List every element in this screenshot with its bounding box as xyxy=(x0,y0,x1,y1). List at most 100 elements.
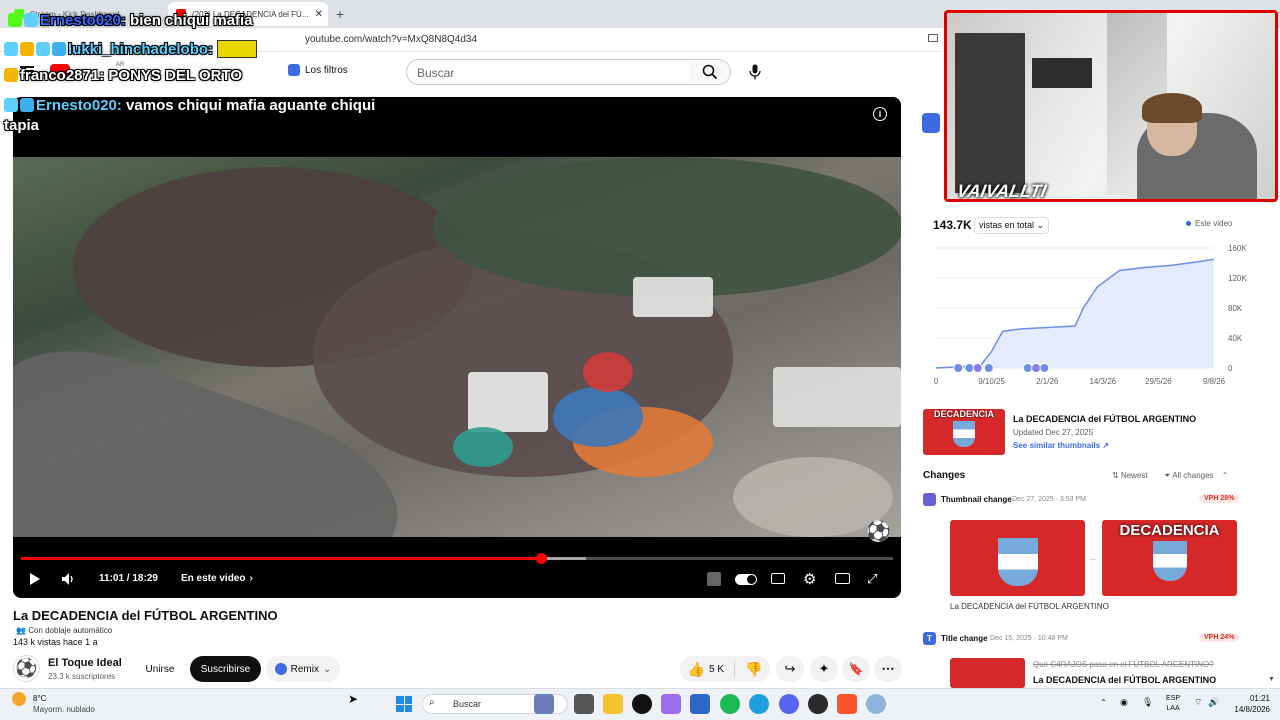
play-button[interactable] xyxy=(29,572,41,586)
brave-icon[interactable] xyxy=(837,694,857,714)
old-thumbnail[interactable] xyxy=(950,520,1085,596)
chat-badge-icon xyxy=(4,98,18,112)
banner xyxy=(773,367,901,427)
thumbnail-change-icon xyxy=(923,493,936,506)
language-indicator[interactable]: ESP LAA xyxy=(1166,694,1180,714)
filters-button[interactable]: Los filtros xyxy=(288,64,348,76)
title-change-thumbnail xyxy=(950,658,1025,688)
y-tick-label: 80K xyxy=(1228,304,1243,313)
video-frame[interactable] xyxy=(13,157,901,537)
changes-heading: Changes xyxy=(923,470,966,481)
arrow-right-icon: → xyxy=(1088,553,1097,563)
obs-icon[interactable] xyxy=(808,694,828,714)
thumbnail-updated: Updated Dec 27, 2025 xyxy=(1013,428,1094,437)
autoplay-toggle[interactable] xyxy=(735,574,757,585)
copilot-icon[interactable] xyxy=(661,694,681,714)
dubbing-label: 👥 Con doblaje automático xyxy=(16,626,113,635)
app-icon[interactable] xyxy=(866,694,886,714)
settings-gear-icon[interactable]: ⚙ xyxy=(803,570,816,588)
microphone-icon[interactable]: 🎙 xyxy=(1142,697,1153,708)
current-thumbnail[interactable]: DECADENCIA xyxy=(923,409,1005,455)
task-view-icon[interactable] xyxy=(574,694,594,714)
streamer-logo: VAIVALLTI xyxy=(955,181,1048,201)
legend-dot xyxy=(1186,221,1191,226)
analytics-extension-icon[interactable] xyxy=(922,113,940,133)
chevron-up-icon[interactable]: ⌃ xyxy=(1100,698,1107,707)
share-icon[interactable]: ↪ xyxy=(776,656,804,682)
remix-button[interactable]: Remix ⌄ xyxy=(266,656,340,682)
ask-ai-icon[interactable]: ✦ xyxy=(810,656,838,682)
chat-message: Ernesto020: bien chiqui mafia xyxy=(8,12,253,29)
volume-icon[interactable]: 🔊 xyxy=(1208,697,1219,708)
url-text[interactable]: youtube.com/watch?v=MxQ8N8Q4d34 xyxy=(305,34,477,45)
chat-message: franco2871: PONYS DEL ORTO xyxy=(4,67,242,84)
y-tick-label: 120K xyxy=(1228,274,1247,283)
sort-newest-button[interactable]: ⇅ Newest xyxy=(1112,471,1148,480)
extension-icon[interactable] xyxy=(707,572,721,586)
store-icon[interactable] xyxy=(690,694,710,714)
old-title: Qué C4RAJOS pasa en el FÚTBOL ARGENTINO? xyxy=(1033,660,1214,669)
edge-icon[interactable] xyxy=(749,694,769,714)
chat-badge-icon xyxy=(24,13,38,27)
volume-button[interactable] xyxy=(61,572,75,586)
network-icon[interactable]: ◉ xyxy=(1120,697,1128,708)
info-icon[interactable]: i xyxy=(873,107,887,121)
search-input[interactable]: Buscar xyxy=(406,59,690,85)
new-title: La DECADENCIA del FÚTBOL ARGENTINO xyxy=(1033,675,1217,685)
search-button[interactable] xyxy=(689,59,731,85)
x-tick-label: 0 xyxy=(934,377,939,386)
subscribe-button[interactable]: Suscribirse xyxy=(190,656,261,682)
fullscreen-icon[interactable]: ⤢ xyxy=(867,571,877,587)
app-icon[interactable] xyxy=(632,694,652,714)
windows-start-icon[interactable] xyxy=(396,696,412,712)
x-tick-label: 2/1/26 xyxy=(1036,377,1059,386)
discord-icon[interactable] xyxy=(779,694,799,714)
clock[interactable]: 01:21 14/8/2026 xyxy=(1228,693,1270,715)
mouse-cursor-icon: ➤ xyxy=(348,692,359,706)
chapters-button[interactable]: En este video › xyxy=(181,573,253,584)
video-player[interactable]: i ⚽ 11:01 / 18:29 En este video › ⚙ ⤢ xyxy=(13,97,901,598)
chat-message: lukki_hinchadelobo: xyxy=(4,40,258,58)
progress-scrubber[interactable] xyxy=(536,553,547,564)
play-icon xyxy=(30,573,40,585)
scroll-down-arrow[interactable]: ▼ xyxy=(1268,676,1275,683)
like-dislike-group: 👍 5 K 👎 xyxy=(680,656,770,682)
view-info[interactable]: 143 k vistas hace 1 a xyxy=(13,637,98,647)
crown-badge-icon xyxy=(4,68,18,82)
spotify-icon[interactable] xyxy=(720,694,740,714)
x-tick-label: 14/3/26 xyxy=(1089,377,1116,386)
banner xyxy=(633,277,713,317)
voice-search-button[interactable] xyxy=(742,59,768,85)
hair-shape xyxy=(1142,93,1202,123)
similar-thumbnails-link[interactable]: See similar thumbnails ↗ xyxy=(1013,441,1109,450)
wifi-icon[interactable]: ⌔ xyxy=(1194,697,1202,708)
file-explorer-icon[interactable] xyxy=(603,694,623,714)
weather-icon[interactable] xyxy=(12,692,26,706)
filter-changes-button[interactable]: ⏷ All changes ⌃ xyxy=(1164,471,1228,481)
search-highlight-icon[interactable] xyxy=(534,694,554,714)
close-tab-icon[interactable]: ✕ xyxy=(314,9,322,20)
x-tick-label: 9/8/26 xyxy=(1203,377,1226,386)
miniplayer-icon[interactable] xyxy=(835,573,850,584)
thumbs-down-icon[interactable]: 👎 xyxy=(745,661,762,678)
channel-avatar[interactable]: ⚽ xyxy=(13,655,40,682)
new-tab-button[interactable]: + xyxy=(336,6,344,22)
shelf-shape xyxy=(955,33,1025,193)
cast-icon[interactable] xyxy=(928,34,938,42)
subtitles-icon[interactable] xyxy=(771,573,785,584)
time-display: 11:01 / 18:29 xyxy=(99,573,158,584)
speaker-shape xyxy=(1032,58,1092,88)
views-metric-select[interactable]: vistas en total ⌄ xyxy=(974,217,1050,234)
y-tick-label: 40K xyxy=(1228,334,1243,343)
channel-name[interactable]: El Toque Ideal xyxy=(48,657,122,669)
change-date: Dec 27, 2025 · 3:53 PM xyxy=(1012,496,1086,503)
weather-temp: 8°C xyxy=(33,694,47,703)
change-type: Title change xyxy=(941,634,988,643)
join-button[interactable]: Unirse xyxy=(134,656,186,682)
more-options-icon[interactable]: ⋯ xyxy=(874,656,902,682)
thumbs-up-icon[interactable]: 👍 xyxy=(688,661,705,678)
new-thumbnail[interactable]: DECADENCIA xyxy=(1102,520,1237,596)
microphone-icon xyxy=(749,64,761,80)
save-bookmark-icon[interactable]: 🔖 xyxy=(842,656,870,682)
change-date: Dec 15, 2025 · 10:48 PM xyxy=(990,635,1068,642)
